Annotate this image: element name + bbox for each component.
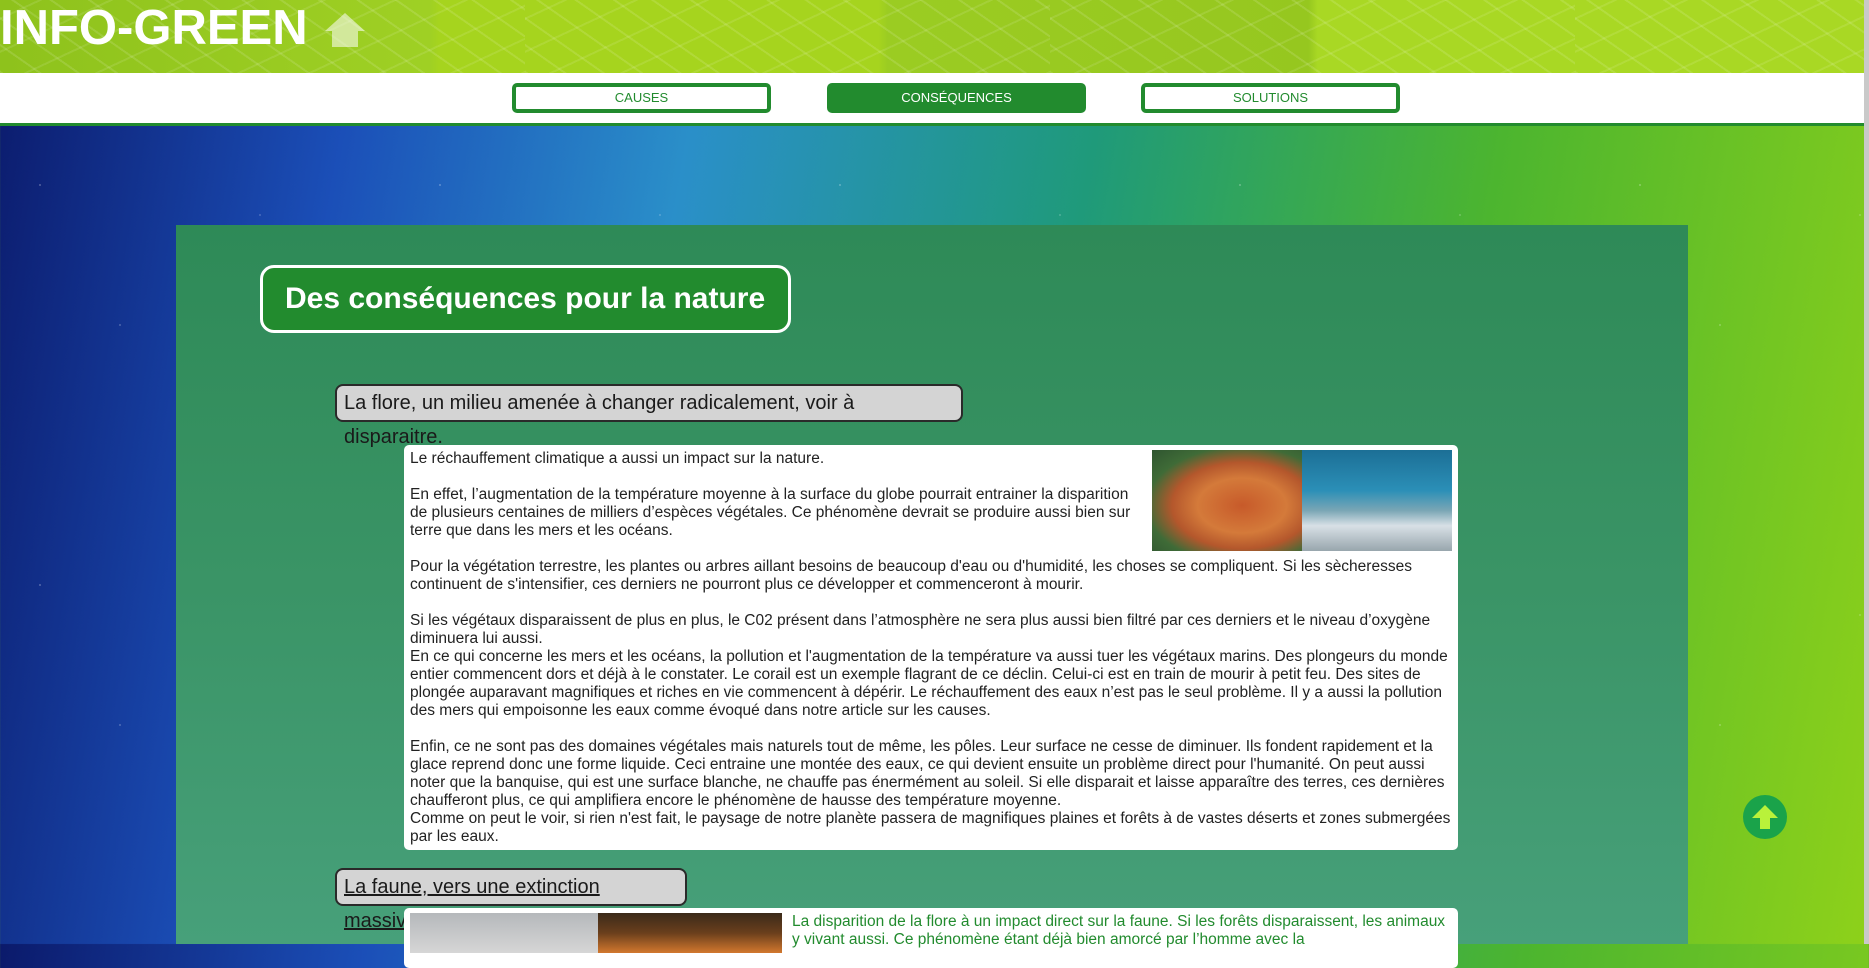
paragraph: Pour la végétation terrestre, les plante…	[410, 558, 1412, 593]
article-images	[1152, 450, 1452, 551]
main-navigation: CAUSES CONSÉQUENCES SOLUTIONS	[0, 73, 1864, 126]
paragraph: Comme on peut le voir, si rien n'est fai…	[410, 810, 1451, 845]
paragraph: En ce qui concerne les mers et les océan…	[410, 648, 1448, 719]
nav-causes-button[interactable]: CAUSES	[512, 83, 771, 113]
page-title: Des conséquences pour la nature	[260, 265, 791, 333]
page-scrollbar[interactable]	[1864, 0, 1869, 944]
fox-image	[598, 913, 782, 953]
article-images	[410, 913, 782, 953]
banner-pattern	[1050, 0, 1575, 73]
deforestation-image	[1152, 450, 1302, 551]
paragraph: Enfin, ce ne sont pas des domaines végét…	[410, 738, 1445, 809]
content-panel: Des conséquences pour la nature La flore…	[176, 225, 1688, 968]
banner-pattern	[525, 0, 1050, 73]
site-logo[interactable]: INFO-GREEN	[0, 0, 368, 56]
nav-consequences-button[interactable]: CONSÉQUENCES	[827, 83, 1086, 113]
section-title-flore: La flore, un milieu amenée à changer rad…	[335, 384, 963, 448]
home-icon[interactable]	[322, 8, 368, 48]
logo-text: INFO-GREEN	[0, 1, 308, 55]
article-faune: La disparition de la flore à un impact d…	[404, 908, 1458, 968]
scroll-to-top-button[interactable]	[1743, 795, 1787, 839]
section-title-faune-link[interactable]: La faune, vers une extinction massive	[335, 868, 687, 932]
header-banner: INFO-GREEN	[0, 0, 1869, 73]
arrow-up-icon	[1752, 805, 1778, 829]
article-flore: Le réchauffement climatique a aussi un i…	[404, 445, 1458, 850]
nav-solutions-button[interactable]: SOLUTIONS	[1141, 83, 1400, 113]
otter-image	[410, 913, 598, 953]
coral-reef-image	[1302, 450, 1452, 551]
paragraph: Si les végétaux disparaissent de plus en…	[410, 612, 1431, 647]
banner-pattern	[1575, 0, 1869, 73]
